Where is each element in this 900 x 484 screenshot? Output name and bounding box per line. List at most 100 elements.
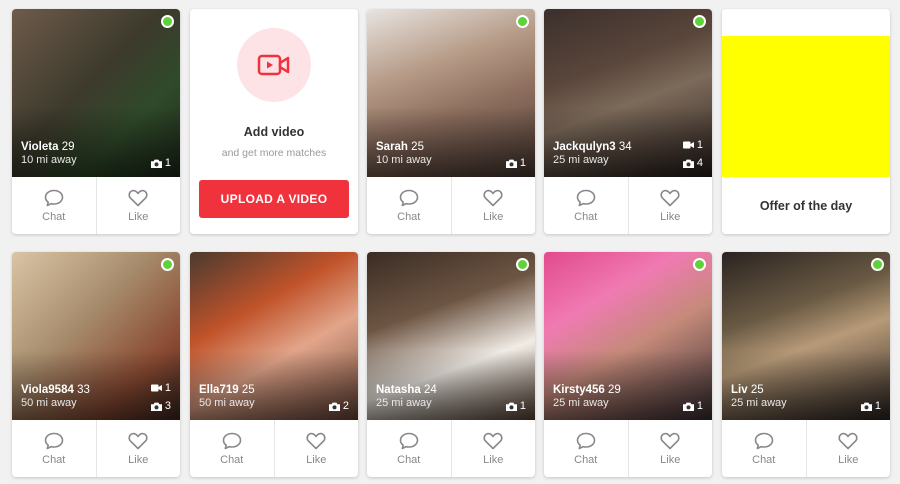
photo-count: 1 [505,400,526,412]
add-video-title: Add video [243,125,305,139]
like-button[interactable]: Like [627,177,713,234]
offer-label: Offer of the day [759,198,853,213]
camera-icon [505,402,517,411]
chat-button[interactable]: Chat [367,420,451,477]
chat-bubble-icon [576,432,596,449]
profile-card[interactable]: Natasha 24 25 mi away 1 Chat Like [367,252,535,477]
profile-card[interactable]: Kirsty456 29 25 mi away 1 Chat Like [544,252,712,477]
heart-icon [306,432,326,449]
camera-icon [150,402,162,411]
chat-bubble-icon [44,189,64,206]
like-button[interactable]: Like [805,420,891,477]
chat-label: Chat [397,453,421,466]
profile-photo[interactable]: Jackqulyn3 34 25 mi away 1 4 [544,9,712,177]
camera-icon [328,402,340,411]
video-count: 1 [150,382,171,394]
profile-name: Ella719 [199,384,239,396]
camera-icon [150,159,162,168]
like-button[interactable]: Like [273,420,359,477]
profile-card[interactable]: Sarah 25 10 mi away 1 Chat Like [367,9,535,234]
chat-bubble-icon [399,432,419,449]
profile-name: Natasha [376,384,421,396]
profile-card[interactable]: Jackqulyn3 34 25 mi away 1 4 Chat Like [544,9,712,234]
photo-count: 1 [860,400,881,412]
video-icon [150,384,162,392]
like-label: Like [838,453,859,466]
card-actions: Chat Like [367,420,535,477]
like-label: Like [483,210,504,223]
card-actions: Chat Like [722,420,890,477]
profile-distance: 50 mi away [199,397,255,409]
chat-label: Chat [752,453,776,466]
profile-distance: 10 mi away [376,154,432,166]
profile-name-age: Sarah 25 [376,141,424,153]
chat-button[interactable]: Chat [12,420,96,477]
photo-count: 1 [150,157,171,169]
profile-name: Viola9584 [21,384,74,396]
profile-photo[interactable]: Sarah 25 10 mi away 1 [367,9,535,177]
chat-button[interactable]: Chat [12,177,96,234]
offer-of-the-day-card[interactable]: Offer of the day [722,9,890,234]
chat-bubble-icon [222,432,242,449]
photo-count: 4 [682,157,703,169]
chat-button[interactable]: Chat [190,420,274,477]
video-camera-icon [237,28,311,102]
online-indicator [516,258,529,271]
camera-icon [682,159,694,168]
profile-age: 25 [750,384,764,396]
profile-photo[interactable]: Violeta 29 10 mi away 1 [12,9,180,177]
like-button[interactable]: Like [95,420,181,477]
online-indicator [161,15,174,28]
chat-button[interactable]: Chat [544,177,628,234]
chat-button[interactable]: Chat [722,420,806,477]
heart-icon [838,432,858,449]
like-button[interactable]: Like [450,177,536,234]
chat-label: Chat [220,453,244,466]
profile-distance: 25 mi away [731,397,787,409]
profile-name-age: Jackqulyn3 34 [553,141,632,153]
profile-card[interactable]: Ella719 25 50 mi away 2 Chat Like [190,252,358,477]
profile-name-age: Ella719 25 [199,384,255,396]
offer-banner[interactable] [722,36,890,177]
card-actions: Chat Like [12,420,180,477]
chat-button[interactable]: Chat [367,177,451,234]
photo-count: 2 [328,400,349,412]
camera-icon [682,402,694,411]
like-button[interactable]: Like [627,420,713,477]
like-button[interactable]: Like [450,420,536,477]
profile-photo[interactable]: Natasha 24 25 mi away 1 [367,252,535,420]
profile-card[interactable]: Violeta 29 10 mi away 1 Chat Like [12,9,180,234]
profile-photo[interactable]: Kirsty456 29 25 mi away 1 [544,252,712,420]
chat-button[interactable]: Chat [544,420,628,477]
heart-icon [483,189,503,206]
upload-video-button[interactable]: UPLOAD A VIDEO [199,180,349,218]
like-label: Like [128,453,149,466]
card-actions: Chat Like [367,177,535,234]
profile-age: 29 [61,141,75,153]
chat-label: Chat [42,210,66,223]
like-button[interactable]: Like [95,177,181,234]
camera-icon [860,402,872,411]
profile-photo[interactable]: Viola9584 33 50 mi away 1 3 [12,252,180,420]
like-label: Like [306,453,327,466]
profile-name-age: Viola9584 33 [21,384,90,396]
camera-icon [505,159,517,168]
profile-name: Jackqulyn3 [553,141,616,153]
heart-icon [660,189,680,206]
profile-age: 24 [423,384,437,396]
profile-distance: 25 mi away [376,397,432,409]
profile-photo[interactable]: Ella719 25 50 mi away 2 [190,252,358,420]
online-indicator [871,258,884,271]
photo-count: 1 [505,157,526,169]
profile-photo[interactable]: Liv 25 25 mi away 1 [722,252,890,420]
profile-name: Liv [731,384,748,396]
profile-age: 29 [608,384,621,396]
profile-name-age: Natasha 24 [376,384,437,396]
profile-age: 25 [241,384,255,396]
chat-bubble-icon [576,189,596,206]
profile-card[interactable]: Viola9584 33 50 mi away 1 3 Chat Like [12,252,180,477]
card-actions: Chat Like [12,177,180,234]
profile-age: 25 [411,141,424,153]
profile-card[interactable]: Liv 25 25 mi away 1 Chat Like [722,252,890,477]
heart-icon [128,432,148,449]
